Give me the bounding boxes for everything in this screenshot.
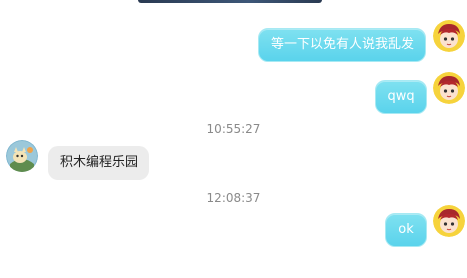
message-text: ok — [398, 222, 414, 237]
message-text: 积木编程乐园 — [60, 155, 139, 170]
message-text: qwq — [387, 89, 415, 104]
other-avatar-icon[interactable] — [6, 140, 38, 172]
self-avatar-icon[interactable] — [433, 72, 465, 104]
message-bubble[interactable]: 等一下以免有人说我乱发 — [258, 28, 426, 62]
message-bubble[interactable]: qwq — [375, 80, 427, 114]
message-bubble[interactable]: ok — [385, 213, 427, 247]
chat-window: 等一下以免有人说我乱发 qwq 10:55:27 积木编程乐园 12:08:37… — [0, 0, 467, 278]
self-avatar-icon[interactable] — [433, 20, 465, 52]
message-bubble[interactable]: 积木编程乐园 — [48, 146, 149, 180]
timestamp: 10:55:27 — [206, 122, 261, 136]
top-banner-edge — [138, 0, 322, 3]
message-text: 等一下以免有人说我乱发 — [271, 37, 415, 52]
timestamp: 12:08:37 — [206, 191, 261, 205]
self-avatar-icon[interactable] — [433, 205, 465, 237]
